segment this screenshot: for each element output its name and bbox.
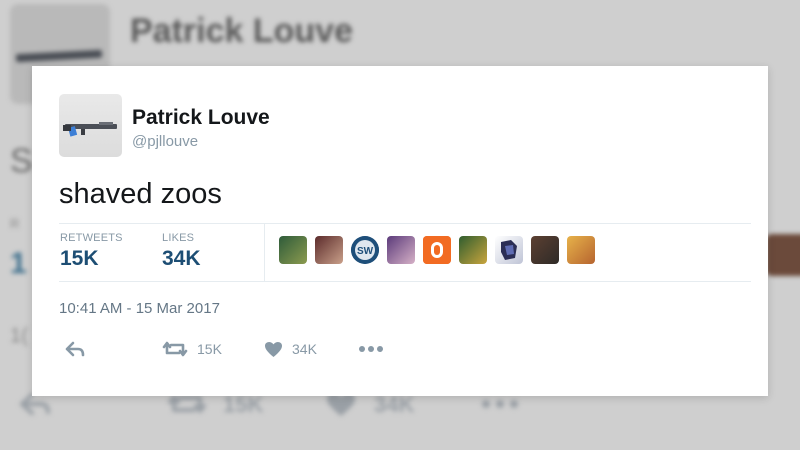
background-author-name: Patrick Louve <box>130 12 353 50</box>
liker-avatar-4[interactable] <box>387 236 415 264</box>
liker-avatar-1[interactable] <box>279 236 307 264</box>
likes-label[interactable]: LIKES <box>162 232 194 244</box>
svg-text:SW: SW <box>357 246 374 257</box>
retweet-icon <box>162 340 188 358</box>
tweet-text: shaved zoos <box>59 178 222 210</box>
stats-divider-bottom <box>59 281 751 282</box>
like-button[interactable]: 34K <box>264 338 317 360</box>
stats-divider-vertical <box>264 223 265 281</box>
background-tweet-text: S <box>10 142 33 180</box>
background-timestamp: 1( <box>10 325 28 347</box>
background-more-icon <box>480 392 520 422</box>
author-name[interactable]: Patrick Louve <box>132 106 270 130</box>
background-retweets: 1 <box>10 247 27 280</box>
liker-avatar-3[interactable]: SW <box>351 236 379 264</box>
background-heart-icon <box>326 392 356 424</box>
heart-icon <box>264 341 283 358</box>
liker-avatar-5[interactable] <box>423 236 451 264</box>
retweets-count[interactable]: 15K <box>60 247 99 271</box>
liker-avatar-2[interactable] <box>315 236 343 264</box>
reply-button[interactable] <box>64 338 86 360</box>
likes-count[interactable]: 34K <box>162 247 201 271</box>
background-retweet-icon <box>168 392 206 422</box>
background-liker-avatar <box>766 234 800 276</box>
reply-icon <box>64 340 86 358</box>
stats-divider-top <box>59 223 751 224</box>
retweet-button[interactable]: 15K <box>162 338 222 360</box>
retweets-label[interactable]: RETWEETS <box>60 232 123 244</box>
author-avatar[interactable] <box>59 94 122 157</box>
liker-avatar-9[interactable] <box>567 236 595 264</box>
background-reply-icon <box>18 392 52 422</box>
background-stat-label: R <box>10 216 20 231</box>
author-handle[interactable]: @pjllouve <box>132 133 198 150</box>
liker-avatar-6[interactable] <box>459 236 487 264</box>
like-count: 34K <box>292 341 317 357</box>
tweet-card: Patrick Louve @pjllouve shaved zoos RETW… <box>32 66 768 396</box>
more-dots-icon <box>358 345 384 353</box>
tweet-timestamp[interactable]: 10:41 AM - 15 Mar 2017 <box>59 300 220 317</box>
liker-avatar-7[interactable] <box>495 236 523 264</box>
retweet-count: 15K <box>197 341 222 357</box>
liker-avatar-8[interactable] <box>531 236 559 264</box>
more-button[interactable] <box>358 338 384 360</box>
